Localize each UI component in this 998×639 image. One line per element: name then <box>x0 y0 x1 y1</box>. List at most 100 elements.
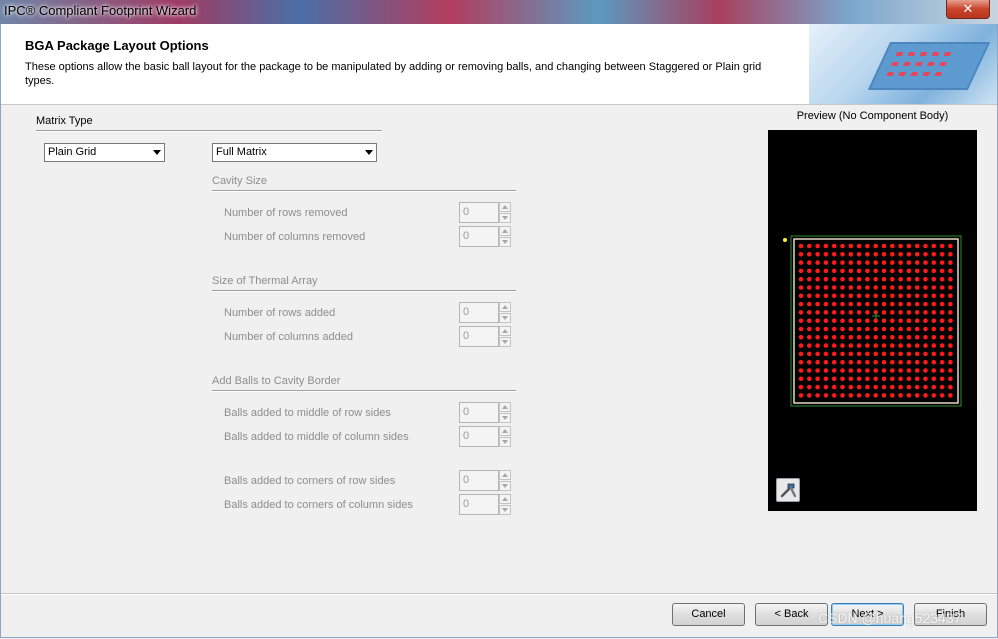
decrement-arrow-icon[interactable] <box>499 213 511 223</box>
ball-pad <box>898 359 903 365</box>
ball-pad <box>890 260 895 265</box>
thermal-array-divider <box>212 290 516 292</box>
decrement-arrow-icon[interactable] <box>499 313 511 323</box>
ball-pad <box>865 359 870 365</box>
rows-added-stepper[interactable]: 0 <box>459 302 513 323</box>
cavity-size-label: Cavity Size <box>212 175 268 187</box>
close-button[interactable]: ✕ <box>946 0 990 19</box>
ball-pad <box>865 326 870 332</box>
increment-arrow-icon[interactable] <box>499 302 511 312</box>
increment-arrow-icon[interactable] <box>499 426 511 436</box>
ball-pad <box>931 301 937 307</box>
corner-col-stepper[interactable]: 0 <box>459 494 513 515</box>
cols-added-stepper[interactable]: 0 <box>459 326 513 347</box>
decrement-arrow-icon[interactable] <box>499 481 511 491</box>
cols-added-label: Number of columns added <box>224 331 354 343</box>
ball-pad <box>815 252 820 257</box>
corner-col-input[interactable]: 0 <box>459 494 499 515</box>
ball-pad <box>939 376 945 382</box>
ball-pad <box>948 285 953 290</box>
ball-pad <box>948 359 953 365</box>
wrench-hammer-icon[interactable] <box>776 478 800 502</box>
cancel-button[interactable]: Cancel <box>672 603 745 626</box>
ball-pad <box>831 351 837 357</box>
ball-pad <box>798 393 804 398</box>
ball-pad <box>881 293 887 299</box>
increment-arrow-icon[interactable] <box>499 494 511 504</box>
increment-arrow-icon[interactable] <box>499 326 511 336</box>
ball-pad <box>923 343 928 348</box>
ball-pad <box>931 276 937 282</box>
ball-pad <box>848 351 854 357</box>
increment-arrow-icon[interactable] <box>499 402 511 412</box>
cols-removed-stepper[interactable]: 0 <box>459 226 513 247</box>
ball-pad <box>931 326 937 332</box>
cols-removed-input[interactable]: 0 <box>459 226 499 247</box>
ball-pad <box>923 318 928 323</box>
ball-pad <box>848 268 854 274</box>
rows-removed-input[interactable]: 0 <box>459 202 499 223</box>
rows-removed-label: Number of rows removed <box>224 207 348 219</box>
page-title: BGA Package Layout Options <box>25 38 209 53</box>
ball-pad <box>856 384 862 390</box>
rows-removed-stepper[interactable]: 0 <box>459 202 513 223</box>
middle-row-input[interactable]: 0 <box>459 402 499 423</box>
ball-pad <box>815 268 820 274</box>
decrement-arrow-icon[interactable] <box>499 437 511 447</box>
ball-pad <box>890 384 895 390</box>
ball-pad <box>815 343 820 348</box>
ball-pad <box>856 359 862 365</box>
ball-pad <box>798 285 804 290</box>
ball-pad <box>931 343 937 348</box>
corner-row-input[interactable]: 0 <box>459 470 499 491</box>
ball-pad <box>948 260 953 265</box>
ball-pad <box>840 318 845 323</box>
ball-pad <box>898 376 903 382</box>
increment-arrow-icon[interactable] <box>499 470 511 480</box>
cols-added-input[interactable]: 0 <box>459 326 499 347</box>
corner-row-stepper[interactable]: 0 <box>459 470 513 491</box>
ball-pad <box>865 260 870 265</box>
middle-col-input[interactable]: 0 <box>459 426 499 447</box>
ball-pad <box>831 268 837 274</box>
rows-added-input[interactable]: 0 <box>459 302 499 323</box>
ball-pad <box>898 343 903 348</box>
decrement-arrow-icon[interactable] <box>499 413 511 423</box>
ball-pad <box>890 318 895 323</box>
ball-pad <box>840 359 845 365</box>
ball-pad <box>823 326 829 332</box>
ball-pad <box>939 252 945 257</box>
ball-pad <box>939 276 945 282</box>
ball-pad <box>865 343 870 348</box>
ball-pad <box>831 359 837 365</box>
ball-pad <box>815 318 820 323</box>
ball-pad <box>931 393 937 398</box>
grid-type-select[interactable]: Plain Grid <box>44 143 165 162</box>
ball-pad <box>848 276 854 282</box>
ball-pad <box>856 326 862 332</box>
ball-pad <box>923 252 928 257</box>
ball-pad <box>890 301 895 307</box>
increment-arrow-icon[interactable] <box>499 226 511 236</box>
ball-pad <box>798 243 804 249</box>
cavity-size-divider <box>212 190 516 192</box>
ball-pad <box>914 326 920 332</box>
ball-pad <box>890 252 895 257</box>
ball-pad <box>848 301 854 307</box>
chevron-down-icon <box>153 150 161 155</box>
corner-col-label: Balls added to corners of column sides <box>224 499 413 511</box>
ball-pad <box>881 368 887 373</box>
middle-row-stepper[interactable]: 0 <box>459 402 513 423</box>
ball-pad <box>873 376 878 382</box>
middle-col-stepper[interactable]: 0 <box>459 426 513 447</box>
ball-pad <box>898 335 903 340</box>
decrement-arrow-icon[interactable] <box>499 505 511 515</box>
ball-pad <box>807 368 812 373</box>
ball-pad <box>823 351 829 357</box>
decrement-arrow-icon[interactable] <box>499 337 511 347</box>
ball-pad <box>914 368 920 373</box>
decrement-arrow-icon[interactable] <box>499 237 511 247</box>
ball-pad <box>881 335 887 340</box>
matrix-select[interactable]: Full Matrix <box>212 143 377 162</box>
increment-arrow-icon[interactable] <box>499 202 511 212</box>
